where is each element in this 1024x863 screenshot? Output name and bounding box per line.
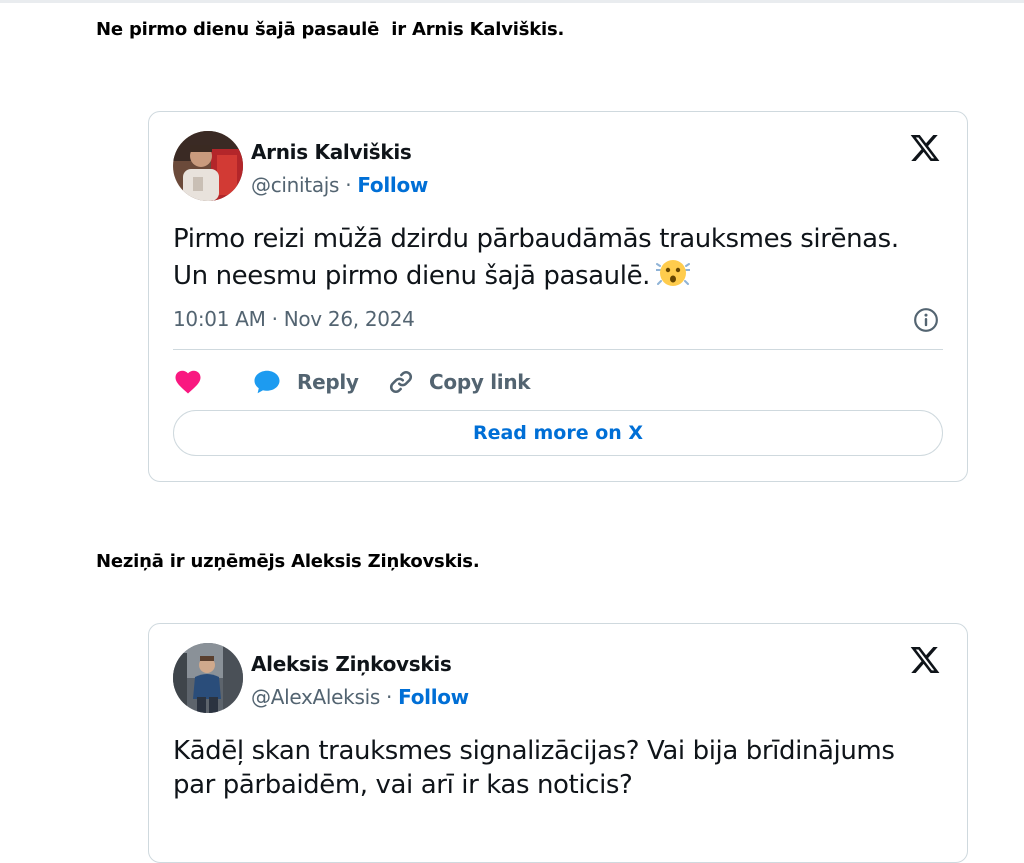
top-border — [0, 0, 1024, 3]
follow-link[interactable]: Follow — [357, 173, 428, 197]
copy-link-button[interactable]: Copy link — [387, 364, 531, 400]
author-handle[interactable]: @AlexAleksis — [251, 685, 380, 709]
info-icon[interactable] — [913, 307, 939, 333]
reply-button[interactable]: Reply — [251, 364, 359, 400]
reply-label: Reply — [297, 370, 359, 394]
dot-separator: · — [345, 173, 352, 197]
tweet-card-1[interactable]: Arnis Kalviškis @cinitajs · Follow Pirmo… — [148, 111, 968, 482]
like-button[interactable] — [173, 364, 203, 400]
read-more-on-x-button[interactable]: Read more on X — [173, 410, 943, 456]
heart-icon — [175, 370, 201, 394]
handle-row: @cinitajs · Follow — [251, 173, 428, 197]
hushed-face-emoji — [656, 260, 691, 286]
tweet-card-2[interactable]: Aleksis Ziņkovskis @AlexAleksis · Follow… — [148, 623, 968, 863]
tweet-actions: Reply Copy link — [173, 364, 873, 400]
article-paragraph-2: Neziņā ir uzņēmējs Aleksis Ziņkovskis. — [96, 551, 480, 572]
copy-link-label: Copy link — [429, 370, 531, 394]
avatar[interactable] — [173, 131, 243, 201]
avatar[interactable] — [173, 643, 243, 713]
link-icon — [389, 370, 413, 394]
tweet-text-line-1: Kādēļ skan trauksmes signalizācijas? Vai… — [173, 736, 895, 766]
tweet-text: Pirmo reizi mūžā dzirdu pārbaudāmās trau… — [173, 222, 943, 293]
tweet-timestamp[interactable]: 10:01 AM · Nov 26, 2024 — [173, 307, 415, 331]
tweet-text-line-2: Un neesmu pirmo dienu šajā pasaulē. — [173, 256, 943, 293]
divider — [173, 349, 943, 350]
author-name[interactable]: Arnis Kalviškis — [251, 140, 412, 164]
tweet-text: Kādēļ skan trauksmes signalizācijas? Vai… — [173, 734, 943, 802]
dot-separator: · — [386, 685, 393, 709]
tweet-text-line-2: par pārbaidēm, vai arī ir kas noticis? — [173, 770, 633, 800]
reply-bubble-icon — [254, 370, 280, 394]
tweet-text-line-1: Pirmo reizi mūžā dzirdu pārbaudāmās trau… — [173, 224, 899, 254]
x-logo-icon[interactable] — [909, 132, 941, 164]
handle-row: @AlexAleksis · Follow — [251, 685, 469, 709]
author-handle[interactable]: @cinitajs — [251, 173, 339, 197]
x-logo-icon[interactable] — [909, 644, 941, 676]
follow-link[interactable]: Follow — [398, 685, 469, 709]
tweet-text-line-2-text: Un neesmu pirmo dienu šajā pasaulē. — [173, 261, 651, 291]
article-paragraph-1: Ne pirmo dienu šajā pasaulē ir Arnis Kal… — [96, 19, 565, 40]
author-name[interactable]: Aleksis Ziņkovskis — [251, 652, 452, 676]
